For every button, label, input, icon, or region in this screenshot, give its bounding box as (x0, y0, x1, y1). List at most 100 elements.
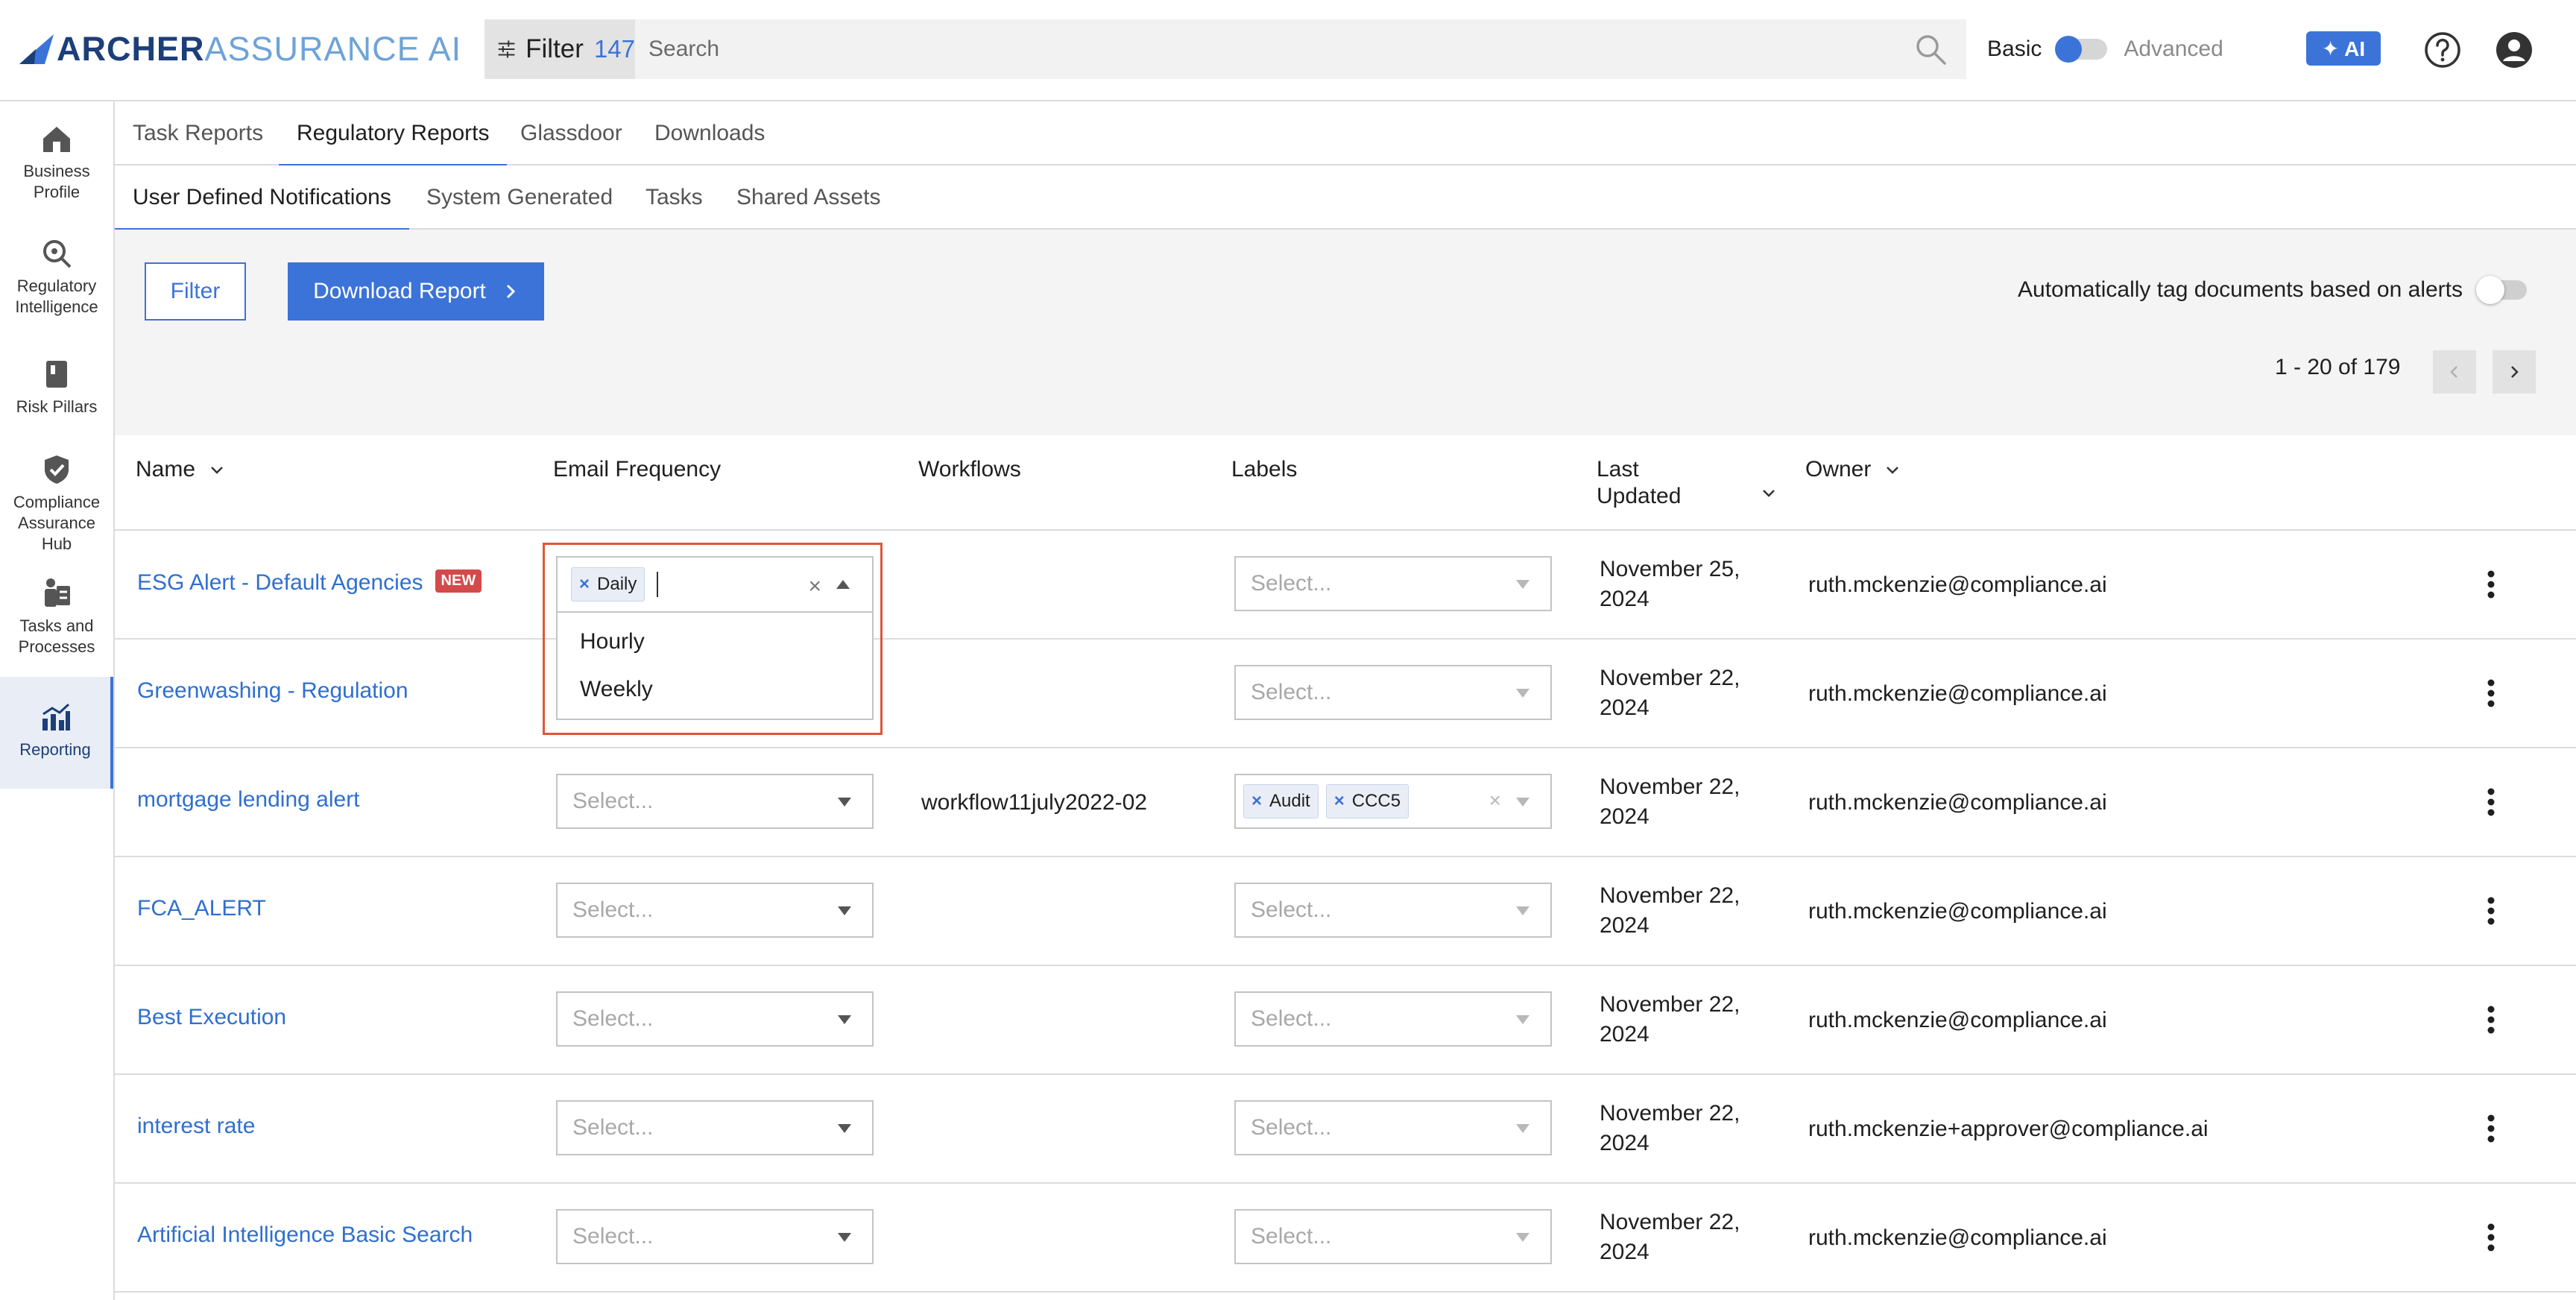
more-options-icon[interactable] (2487, 787, 2496, 817)
sidebar-item-regulatory-intelligence[interactable]: Regulatory Intelligence (0, 231, 113, 324)
sidebar-item-label: Tasks and Processes (18, 616, 95, 656)
search-mode-switch: Basic Advanced (1987, 33, 2223, 66)
column-header-label: Name (136, 457, 196, 482)
filter-button[interactable]: Filter (145, 262, 246, 321)
tab-user-defined-notifications[interactable]: User Defined Notifications (115, 165, 409, 231)
labels-select[interactable]: Select... (1234, 1209, 1552, 1264)
next-page-button[interactable] (2493, 350, 2536, 394)
home-icon (43, 127, 70, 152)
sidebar-item-label: Risk Pillars (16, 397, 98, 416)
tasks-icon (45, 578, 70, 607)
alert-name-link[interactable]: interest rate (137, 1114, 255, 1138)
tab-glassdoor[interactable]: Glassdoor (520, 101, 622, 165)
menu-option-weekly[interactable]: Weekly (580, 677, 653, 702)
new-badge: NEW (435, 569, 482, 593)
labels-select[interactable]: Select... (1234, 556, 1552, 611)
alert-name-link[interactable]: Artificial Intelligence Basic Search (137, 1222, 473, 1247)
top-bar: ARCHER ASSURANCE AI Filter 147 Basic Adv… (0, 0, 2576, 101)
sidebar-item-tasks-and-processes[interactable]: Tasks and Processes (0, 571, 113, 663)
table-row: Greenwashing - RegulationSelect...Select… (115, 640, 2576, 748)
tab-regulatory-reports[interactable]: Regulatory Reports (278, 101, 508, 167)
autotag-toggle[interactable] (2476, 276, 2527, 304)
last-updated-year: 2024 (1600, 695, 1650, 720)
chevron-down-icon (211, 467, 223, 474)
mode-toggle[interactable] (2055, 36, 2108, 63)
email-frequency-select[interactable]: Select... (556, 991, 874, 1047)
tab-task-reports[interactable]: Task Reports (133, 101, 263, 165)
caret-down-icon (1516, 1233, 1530, 1242)
caret-down-icon (838, 798, 851, 807)
remove-chip-icon[interactable]: × (572, 574, 597, 595)
alert-name-link[interactable]: FCA_ALERT (137, 896, 266, 921)
caret-down-icon (1516, 580, 1530, 589)
last-updated-year: 2024 (1600, 913, 1650, 938)
labels-select[interactable]: × Audit × CCC5 × (1234, 774, 1552, 829)
alert-name-cell: ESG Alert - Default Agencies NEW (137, 569, 482, 596)
table-header: Name Email Frequency Workflows Labels La… (115, 435, 2576, 531)
column-header-last-updated[interactable]: Last Updated (1597, 456, 1775, 510)
column-header-name[interactable]: Name (136, 456, 225, 483)
search-filter-button[interactable]: Filter 147 (484, 19, 635, 79)
alert-name-link[interactable]: Best Execution (137, 1005, 286, 1029)
email-frequency-select[interactable]: Select... (556, 774, 874, 829)
app-logo[interactable]: ARCHER ASSURANCE AI (19, 30, 461, 69)
tab-system-generated[interactable]: System Generated (426, 165, 613, 230)
labels-select[interactable]: Select... (1234, 665, 1552, 720)
column-header-owner[interactable]: Owner (1805, 456, 1901, 483)
select-placeholder: Select... (1251, 1006, 1332, 1031)
table-row: ESG Alert - Default Agencies NEW Select...… (115, 531, 2576, 640)
caret-down-icon (838, 1015, 851, 1024)
prev-page-button[interactable] (2433, 350, 2476, 394)
help-icon[interactable] (2422, 30, 2463, 70)
tab-shared-assets[interactable]: Shared Assets (736, 165, 880, 230)
more-options-icon[interactable] (2487, 1222, 2496, 1252)
last-updated-cell: November 25, 2024 (1600, 555, 1740, 614)
clear-labels-icon[interactable]: × (1489, 789, 1501, 812)
remove-chip-icon[interactable]: × (1327, 791, 1352, 812)
last-updated-year: 2024 (1600, 587, 1650, 611)
label-chip: × CCC5 (1325, 784, 1409, 818)
sidebar-item-reporting[interactable]: Reporting (0, 677, 113, 789)
mode-basic-label[interactable]: Basic (1987, 37, 2042, 62)
chip-label: Daily (597, 574, 637, 594)
menu-option-hourly[interactable]: Hourly (580, 629, 645, 654)
more-options-icon[interactable] (2487, 896, 2496, 926)
more-options-icon[interactable] (2487, 1114, 2496, 1143)
labels-select[interactable]: Select... (1234, 991, 1552, 1047)
more-options-icon[interactable] (2487, 569, 2496, 599)
book-icon (46, 361, 67, 388)
sidebar-item-risk-pillars[interactable]: Risk Pillars (0, 352, 113, 423)
alert-name-link[interactable]: ESG Alert - Default Agencies (137, 570, 423, 595)
remove-chip-icon[interactable]: × (1244, 791, 1269, 812)
caret-up-icon[interactable] (836, 580, 850, 589)
more-options-icon[interactable] (2487, 678, 2496, 708)
download-report-button[interactable]: Download Report (288, 262, 544, 321)
sidebar-item-business-profile[interactable]: Business Profile (0, 116, 113, 209)
caret-down-icon (1516, 1015, 1530, 1024)
ai-button[interactable]: ✦ AI (2306, 31, 2381, 66)
last-updated-year: 2024 (1600, 804, 1650, 829)
email-frequency-select-open[interactable]: × Daily × (556, 556, 874, 613)
alert-name-link[interactable]: mortgage lending alert (137, 787, 360, 812)
table-row: interest rate Select... Select... November … (115, 1075, 2576, 1184)
search-input[interactable] (648, 19, 1878, 79)
labels-select[interactable]: Select... (1234, 883, 1552, 938)
labels-select[interactable]: Select... (1234, 1100, 1552, 1155)
alert-name-link[interactable]: Greenwashing - Regulation (137, 678, 408, 703)
search-icon[interactable] (1914, 33, 1947, 66)
last-updated-date: November 22, (1600, 774, 1740, 799)
user-account-icon[interactable] (2494, 30, 2534, 70)
caret-down-icon (1516, 798, 1530, 807)
mode-advanced-label[interactable]: Advanced (2124, 37, 2223, 62)
autotag-label: Automatically tag documents based on ale… (2018, 277, 2463, 302)
email-frequency-select[interactable]: Select... (556, 1209, 874, 1264)
clear-selection-icon[interactable]: × (808, 574, 821, 599)
select-placeholder: Select... (572, 1115, 654, 1140)
email-frequency-select[interactable]: Select... (556, 883, 874, 938)
chip-label: Audit (1269, 791, 1310, 811)
tab-tasks[interactable]: Tasks (645, 165, 703, 230)
email-frequency-select[interactable]: Select... (556, 1100, 874, 1155)
more-options-icon[interactable] (2487, 1005, 2496, 1035)
sidebar-item-compliance-assurance-hub[interactable]: Compliance Assurance Hub (0, 447, 113, 561)
tab-downloads[interactable]: Downloads (654, 101, 765, 165)
